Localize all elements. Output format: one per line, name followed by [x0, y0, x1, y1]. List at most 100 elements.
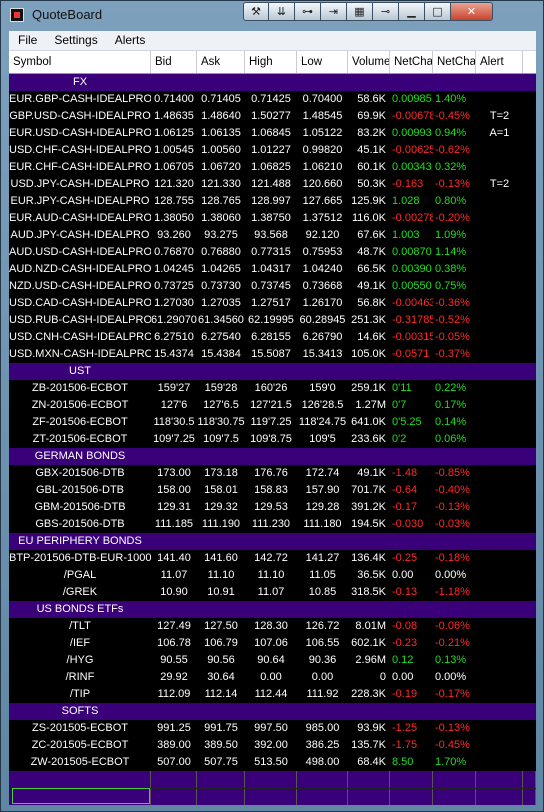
- section-row[interactable]: GERMAN BONDS: [9, 448, 536, 465]
- symbol-cell: USD.JPY-CASH-IDEALPRO: [10, 178, 150, 190]
- volume-cell: 50.3K: [357, 178, 386, 190]
- volume-cell: 93.9K: [357, 722, 386, 734]
- quote-row[interactable]: ZB-201506-ECBOT 159'27 159'28 160'26 159'0 25…: [9, 380, 536, 397]
- high-cell: 176.76: [254, 467, 288, 479]
- quote-row[interactable]: /IEF 106.78 106.79 107.06 106.55 602.1K -0.23 -…: [9, 635, 536, 652]
- quote-row[interactable]: EUR.GBP-CASH-IDEALPRO 0.71400 0.71405 0.714…: [9, 91, 536, 108]
- symbol-cell: /PGAL: [63, 569, 97, 581]
- quote-row[interactable]: GBP.USD-CASH-IDEALPRO 1.48635 1.48640 1.502…: [9, 108, 536, 125]
- quote-row[interactable]: ZN-201506-ECBOT 127'6 127'6.5 127'21.5 126'2…: [9, 397, 536, 414]
- quote-row[interactable]: EUR.USD-CASH-IDEALPRO 1.06125 1.06135 1.068…: [9, 125, 536, 142]
- quote-row[interactable]: GBL-201506-DTB 158.00 158.01 158.83 157.90 70…: [9, 482, 536, 499]
- quote-row[interactable]: USD.MXN-CASH-IDEALPRO 15.4374 15.4384 15.50…: [9, 346, 536, 363]
- column-header-netchange-pct[interactable]: NetCha: [433, 51, 476, 73]
- pin-icon[interactable]: ⊸: [373, 2, 399, 21]
- high-cell: 90.64: [257, 654, 285, 666]
- netchange-cell: 0.00550: [392, 280, 432, 292]
- quote-row[interactable]: /TLT 127.49 127.50 128.30 126.72 8.01M -0.08 -0…: [9, 618, 536, 635]
- alert-cell: [476, 516, 523, 533]
- symbol-cell: GBL-201506-DTB: [35, 484, 125, 496]
- column-header-bid[interactable]: Bid: [151, 51, 197, 73]
- quote-row[interactable]: ZW-201505-ECBOT 507.00 507.75 513.50 498.00 6…: [9, 754, 536, 771]
- quote-row[interactable]: AUD.USD-CASH-IDEALPRO 0.76870 0.76880 0.773…: [9, 244, 536, 261]
- ask-cell: 1.06135: [201, 127, 241, 139]
- quote-row[interactable]: EUR.CHF-CASH-IDEALPRO 1.06705 1.06720 1.068…: [9, 159, 536, 176]
- quote-row[interactable]: USD.RUB-CASH-IDEALPRO 61.29070 61.34560 62.…: [9, 312, 536, 329]
- netchange-pct-cell: 0.80%: [435, 195, 467, 207]
- quote-row[interactable]: NZD.USD-CASH-IDEALPRO 0.73725 0.73730 0.737…: [9, 278, 536, 295]
- section-row[interactable]: EU PERIPHERY BONDS: [9, 533, 536, 550]
- netchange-pct-cell: -0.05%: [435, 331, 470, 343]
- netchange-pct-cell: -0.85%: [435, 467, 470, 479]
- quote-row[interactable]: GBS-201506-DTB 111.185 111.190 111.230 111.1…: [9, 516, 536, 533]
- netchange-cell: -0.64: [392, 484, 418, 496]
- menu-file[interactable]: File: [9, 31, 45, 50]
- ask-cell: 158.01: [204, 484, 238, 496]
- maximize-icon[interactable]: □: [425, 2, 451, 21]
- section-row[interactable]: UST: [9, 363, 536, 380]
- low-cell: 111.92: [306, 688, 339, 700]
- alert-cell: [476, 754, 523, 771]
- quote-row[interactable]: /GREK 10.90 10.91 11.07 10.85 318.5K -0.13 -1.1…: [9, 584, 536, 601]
- quote-row[interactable]: USD.CAD-CASH-IDEALPRO 1.27030 1.27035 1.275…: [9, 295, 536, 312]
- quote-row[interactable]: ZC-201505-ECBOT 389.00 389.50 392.00 386.25 1…: [9, 737, 536, 754]
- volume-cell: 56.8K: [357, 297, 386, 309]
- high-cell: 119'7.25: [250, 416, 292, 428]
- quote-row[interactable]: ZF-201506-ECBOT 118'30.5 118'30.75 119'7.25…: [9, 414, 536, 431]
- menu-settings[interactable]: Settings: [45, 31, 105, 50]
- section-row[interactable]: US BONDS ETFs: [9, 601, 536, 618]
- quote-row[interactable]: AUD.NZD-CASH-IDEALPRO 1.04245 1.04265 1.043…: [9, 261, 536, 278]
- grid-icon[interactable]: ▦: [347, 2, 373, 21]
- quote-row[interactable]: USD.CHF-CASH-IDEALPRO 1.00545 1.00560 1.012…: [9, 142, 536, 159]
- quote-row[interactable]: /RINF 29.92 30.64 0.00 0.00 0 0.00 0.00%: [9, 669, 536, 686]
- quote-row[interactable]: GBX-201506-DTB 173.00 173.18 176.76 172.74 49…: [9, 465, 536, 482]
- ask-cell: 121.330: [201, 178, 241, 190]
- symbol-cell: /HYG: [66, 654, 94, 666]
- ask-cell: 389.50: [204, 739, 238, 751]
- quote-row[interactable]: /HYG 90.55 90.56 90.64 90.36 2.96M 0.12 0.13%: [9, 652, 536, 669]
- netchange-pct-cell: -0.03%: [435, 518, 470, 530]
- ask-cell: 127.50: [204, 620, 238, 632]
- quote-row[interactable]: BTP-201506-DTB-EUR-1000 141.40 141.60 142.7…: [9, 550, 536, 567]
- quote-row[interactable]: USD.CNH-CASH-IDEALPRO 6.27510 6.27540 6.281…: [9, 329, 536, 346]
- quote-row[interactable]: AUD.JPY-CASH-IDEALPRO 93.260 93.275 93.568 9…: [9, 227, 536, 244]
- section-row[interactable]: SOFTS: [9, 703, 536, 720]
- bid-cell: 111.185: [154, 518, 194, 530]
- high-cell: 111.230: [251, 518, 291, 530]
- quote-row[interactable]: /TIP 112.09 112.14 112.44 111.92 228.3K -0.19 -…: [9, 686, 536, 703]
- column-header-low[interactable]: Low: [297, 51, 348, 73]
- symbol-cell: /GREK: [62, 586, 98, 598]
- minimize-icon[interactable]: ▁: [399, 2, 425, 21]
- low-cell: 0.73668: [302, 280, 343, 292]
- menu-alerts[interactable]: Alerts: [106, 31, 154, 50]
- column-header-high[interactable]: High: [245, 51, 297, 73]
- low-cell: 1.06210: [302, 161, 343, 173]
- wrench-icon[interactable]: ⚒: [243, 2, 269, 21]
- column-header-volume[interactable]: Volume: [348, 51, 390, 73]
- column-header-ask[interactable]: Ask: [197, 51, 245, 73]
- column-header-alert[interactable]: Alert: [476, 51, 523, 73]
- quote-row[interactable]: ZS-201505-ECBOT 991.25 991.75 997.50 985.00 9…: [9, 720, 536, 737]
- export-icon[interactable]: ⇥: [321, 2, 347, 21]
- symbol-cell: /IEF: [69, 637, 91, 649]
- empty-row[interactable]: [9, 771, 536, 789]
- high-cell: 15.5087: [251, 348, 291, 360]
- bid-cell: 0.76870: [154, 246, 194, 258]
- quote-row[interactable]: /PGAL 11.07 11.10 11.10 11.05 36.5K 0.00 0.00%: [9, 567, 536, 584]
- quote-row[interactable]: GBM-201506-DTB 129.31 129.32 129.53 129.28 39…: [9, 499, 536, 516]
- new-row-input[interactable]: [12, 788, 150, 804]
- section-row[interactable]: FX: [9, 74, 536, 91]
- quote-row[interactable]: EUR.AUD-CASH-IDEALPRO 1.38050 1.38060 1.387…: [9, 210, 536, 227]
- close-icon[interactable]: ✕: [451, 2, 493, 21]
- ask-cell: 0.71405: [201, 93, 241, 105]
- collapse-icon[interactable]: ⇊: [269, 2, 295, 21]
- column-header-netchange[interactable]: NetCha: [390, 51, 433, 73]
- quote-row[interactable]: ZT-201506-ECBOT 109'7.25 109'7.5 109'8.75 10…: [9, 431, 536, 448]
- column-header-symbol[interactable]: Symbol: [9, 51, 151, 73]
- plug-icon[interactable]: ⊶: [295, 2, 321, 21]
- netchange-pct-cell: -0.37%: [435, 348, 470, 360]
- quote-row[interactable]: USD.JPY-CASH-IDEALPRO 121.320 121.330 121.4…: [9, 176, 536, 193]
- quote-row[interactable]: EUR.JPY-CASH-IDEALPRO 128.755 128.765 128.9…: [9, 193, 536, 210]
- title-bar[interactable]: QuoteBoard ⚒ ⇊ ⊶ ⇥ ▦ ⊸ ▁ □ ✕: [1, 1, 543, 31]
- empty-cell: [390, 789, 433, 805]
